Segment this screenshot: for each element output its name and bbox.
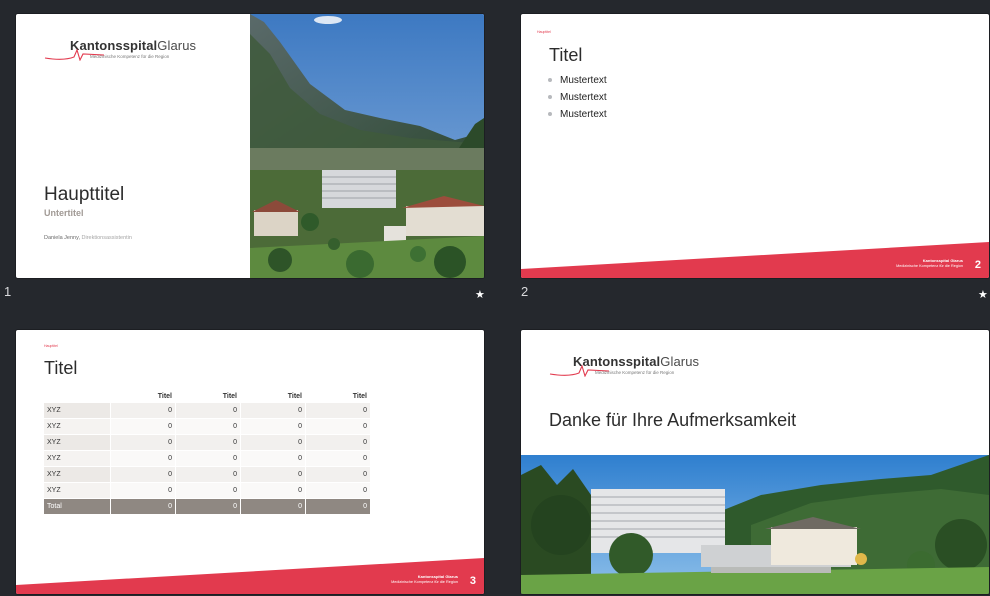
bullet-item: Mustertext [547, 92, 607, 103]
footer-text: Kantonsspital Glarus Medizinische Kompete… [391, 574, 458, 584]
table-cell: 0 [175, 483, 240, 499]
table-cell: 0 [240, 499, 305, 515]
slide-title: Titel [549, 45, 583, 65]
header-label: Hauptitel [44, 344, 58, 348]
footer-page-number: 3 [469, 575, 476, 587]
slide-number-2: 2 [521, 284, 529, 299]
table-cell: 0 [305, 499, 370, 515]
slide-thumbnail-1[interactable]: KantonsspitalGlarus Medizinische Kompete… [16, 14, 484, 278]
table-cell: 0 [240, 419, 305, 435]
data-table: Titel Titel Titel Titel XYZ 0 0 0 0 XYZ … [44, 390, 370, 515]
table-cell: 0 [240, 483, 305, 499]
footer-page-number: 2 [974, 259, 981, 271]
subtitle: Untertitel [44, 208, 84, 218]
table-cell: 0 [175, 403, 240, 419]
table-header-row: Titel Titel Titel Titel [44, 390, 370, 403]
author-line: Daniela Jenny, Direktionsassistentin [44, 235, 132, 241]
table-cell: XYZ [44, 451, 110, 467]
table-row: XYZ 0 0 0 0 [44, 451, 370, 467]
table-cell: 0 [175, 419, 240, 435]
table-cell: 0 [110, 451, 175, 467]
table-cell: 0 [110, 403, 175, 419]
footer-text: Kantonsspital Glarus Medizinische Kompete… [896, 258, 963, 268]
bullet-item: Mustertext [547, 75, 607, 86]
table-cell: 0 [305, 451, 370, 467]
header-label: Hauptitel [537, 30, 551, 34]
hospital-valley-photo [250, 14, 484, 278]
heartbeat-line-icon [549, 364, 610, 377]
table-header-cell [44, 390, 110, 403]
main-title: Haupttitel [44, 184, 125, 205]
slide-thumbnail-4[interactable]: KantonsspitalGlarus Medizinische Kompete… [521, 330, 989, 594]
table-cell: 0 [175, 499, 240, 515]
table-cell: 0 [175, 435, 240, 451]
table-cell: Total [44, 499, 110, 515]
table-cell: 0 [110, 499, 175, 515]
table-cell: 0 [240, 451, 305, 467]
table-cell: 0 [240, 403, 305, 419]
bullet-item: Mustertext [547, 109, 607, 120]
table-row: XYZ 0 0 0 0 [44, 435, 370, 451]
table-row: XYZ 0 0 0 0 [44, 419, 370, 435]
slide-number-1: 1 [4, 284, 12, 299]
table-total-row: Total 0 0 0 0 [44, 499, 370, 515]
table-cell: 0 [240, 467, 305, 483]
table-header-cell: Titel [352, 393, 367, 400]
table-cell: 0 [110, 483, 175, 499]
star-icon[interactable]: ★ [475, 288, 485, 301]
table-cell: 0 [305, 419, 370, 435]
table-cell: 0 [175, 451, 240, 467]
table-cell: 0 [110, 419, 175, 435]
table-cell: 0 [305, 435, 370, 451]
table-cell: XYZ [44, 483, 110, 499]
table-cell: XYZ [44, 435, 110, 451]
table-header-cell: Titel [287, 393, 302, 400]
table-cell: XYZ [44, 419, 110, 435]
slide-title: Titel [44, 358, 78, 378]
table-header-cell: Titel [157, 393, 172, 400]
table-cell: 0 [305, 403, 370, 419]
table-cell: XYZ [44, 403, 110, 419]
logo: KantonsspitalGlarus Medizinische Kompete… [549, 354, 699, 377]
thank-you-title: Danke für Ihre Aufmerksamkeit [549, 410, 797, 430]
star-icon[interactable]: ★ [978, 288, 988, 301]
table-cell: 0 [305, 483, 370, 499]
table-cell: XYZ [44, 467, 110, 483]
heartbeat-line-icon [44, 48, 105, 61]
hospital-campus-photo [521, 455, 989, 594]
logo: KantonsspitalGlarus Medizinische Kompete… [44, 38, 196, 61]
table-row: XYZ 0 0 0 0 [44, 483, 370, 499]
table-cell: 0 [240, 435, 305, 451]
table-row: XYZ 0 0 0 0 [44, 467, 370, 483]
slide-thumbnail-3[interactable]: Hauptitel Titel Titel Titel Titel Titel … [16, 330, 484, 594]
table-cell: 0 [110, 467, 175, 483]
bullet-list: Mustertext Mustertext Mustertext [547, 75, 607, 126]
table-header-cell: Titel [222, 393, 237, 400]
table-cell: 0 [175, 467, 240, 483]
table-cell: 0 [305, 467, 370, 483]
table-cell: 0 [110, 435, 175, 451]
table-row: XYZ 0 0 0 0 [44, 403, 370, 419]
slide-thumbnail-2[interactable]: Hauptitel Titel Mustertext Mustertext Mu… [521, 14, 989, 278]
